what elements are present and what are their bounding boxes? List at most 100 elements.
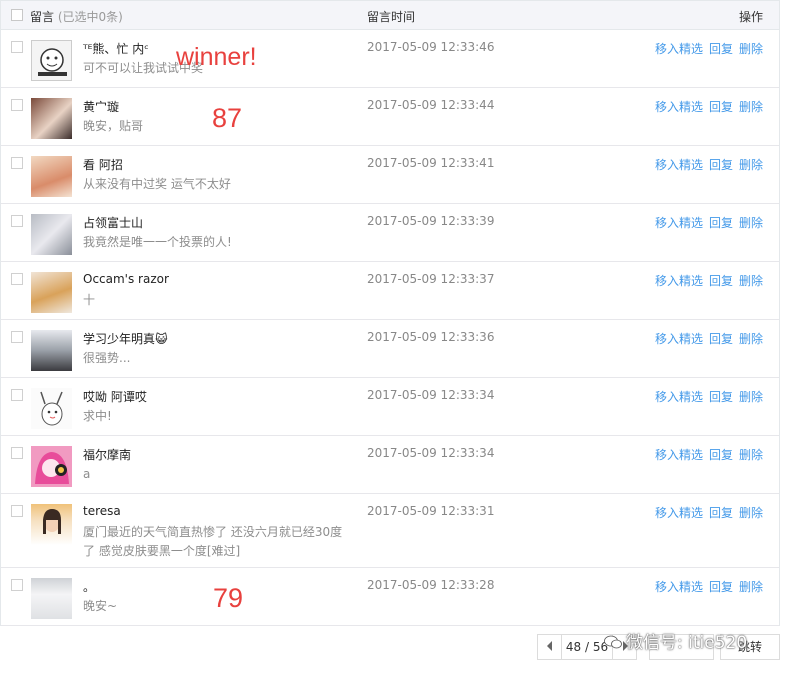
- select-all-checkbox[interactable]: [11, 9, 23, 21]
- comment-nickname: 看 阿招: [83, 158, 123, 172]
- comment-time: 2017-05-09 12:33:37: [367, 272, 495, 286]
- comment-row: 。 晚安~ 2017-05-09 12:33:28 移入精选 回复 删除: [1, 568, 779, 626]
- row-checkbox[interactable]: [11, 447, 23, 459]
- reply-button[interactable]: 回复: [709, 100, 733, 114]
- avatar: [31, 40, 72, 81]
- comment-nickname: 黄宀璇: [83, 100, 120, 114]
- delete-button[interactable]: 删除: [739, 580, 763, 594]
- row-checkbox[interactable]: [11, 389, 23, 401]
- delete-button[interactable]: 删除: [739, 216, 763, 230]
- reply-button[interactable]: 回复: [709, 390, 733, 404]
- header-ops-label: 操作: [739, 10, 764, 24]
- avatar: [31, 330, 72, 371]
- comment-row: Occam's razor 十 2017-05-09 12:33:37 移入精选…: [1, 262, 779, 320]
- comment-time: 2017-05-09 12:33:36: [367, 330, 495, 344]
- delete-button[interactable]: 删除: [739, 448, 763, 462]
- reply-button[interactable]: 回复: [709, 332, 733, 346]
- chevron-left-icon: [546, 641, 552, 651]
- row-checkbox[interactable]: [11, 331, 23, 343]
- delete-button[interactable]: 删除: [739, 100, 763, 114]
- comment-time: 2017-05-09 12:33:41: [367, 156, 495, 170]
- avatar: [31, 446, 72, 487]
- header-comment-text: 留言: [30, 10, 55, 24]
- row-actions: 移入精选 回复 删除: [649, 214, 763, 231]
- feature-button[interactable]: 移入精选: [655, 332, 703, 346]
- comment-row: teresa 厦门最近的天气简直热惨了 还没六月就已经30度了 感觉皮肤要黑一个…: [1, 494, 779, 568]
- row-actions: 移入精选 回复 删除: [649, 446, 763, 463]
- reply-button[interactable]: 回复: [709, 216, 733, 230]
- row-actions: 移入精选 回复 删除: [649, 40, 763, 57]
- feature-button[interactable]: 移入精选: [655, 216, 703, 230]
- row-actions: 移入精选 回复 删除: [649, 330, 763, 347]
- delete-button[interactable]: 删除: [739, 158, 763, 172]
- row-checkbox[interactable]: [11, 579, 23, 591]
- row-checkbox[interactable]: [11, 157, 23, 169]
- comment-nickname: Occam's razor: [83, 272, 169, 286]
- comment-message: 厦门最近的天气简直热惨了 还没六月就已经30度了 感觉皮肤要黑一个度[难过]: [83, 525, 343, 558]
- score-annotation-79: 79: [213, 583, 244, 613]
- row-checkbox[interactable]: [11, 273, 23, 285]
- feature-button[interactable]: 移入精选: [655, 448, 703, 462]
- row-checkbox[interactable]: [11, 41, 23, 53]
- avatar: [31, 98, 72, 139]
- feature-button[interactable]: 移入精选: [655, 100, 703, 114]
- comment-nickname: 学习少年明真😺: [83, 332, 168, 346]
- reply-button[interactable]: 回复: [709, 580, 733, 594]
- delete-button[interactable]: 删除: [739, 42, 763, 56]
- reply-button[interactable]: 回复: [709, 506, 733, 520]
- header-comment-label: 留言 (已选中0条): [30, 8, 123, 25]
- comment-time: 2017-05-09 12:33:46: [367, 40, 495, 54]
- comment-nickname: ᵀᴱ熊、忙 内ᶜ: [83, 42, 149, 56]
- comment-row: 哎呦 阿谭哎 求中! 2017-05-09 12:33:34 移入精选 回复 删除: [1, 378, 779, 436]
- comment-time: 2017-05-09 12:33:28: [367, 578, 495, 592]
- reply-button[interactable]: 回复: [709, 274, 733, 288]
- feature-button[interactable]: 移入精选: [655, 42, 703, 56]
- winner-annotation: winner!: [176, 43, 257, 71]
- row-actions: 移入精选 回复 删除: [649, 272, 763, 289]
- delete-button[interactable]: 删除: [739, 332, 763, 346]
- comment-row: 黄宀璇 晚安，贴哥 2017-05-09 12:33:44 移入精选 回复 删除: [1, 88, 779, 146]
- feature-button[interactable]: 移入精选: [655, 274, 703, 288]
- comment-row: 看 阿招 从来没有中过奖 运气不太好 2017-05-09 12:33:41 移…: [1, 146, 779, 204]
- comment-message: 从来没有中过奖 运气不太好: [83, 177, 231, 191]
- wechat-icon: [604, 635, 622, 649]
- comment-time: 2017-05-09 12:33:34: [367, 446, 495, 460]
- comment-time: 2017-05-09 12:33:31: [367, 504, 495, 518]
- comment-nickname: 福尔摩南: [83, 448, 132, 462]
- row-checkbox[interactable]: [11, 505, 23, 517]
- feature-button[interactable]: 移入精选: [655, 390, 703, 404]
- row-checkbox[interactable]: [11, 99, 23, 111]
- feature-button[interactable]: 移入精选: [655, 158, 703, 172]
- row-actions: 移入精选 回复 删除: [649, 504, 763, 521]
- comment-row: 福尔摩南 a 2017-05-09 12:33:34 移入精选 回复 删除: [1, 436, 779, 494]
- delete-button[interactable]: 删除: [739, 274, 763, 288]
- row-checkbox[interactable]: [11, 215, 23, 227]
- delete-button[interactable]: 删除: [739, 506, 763, 520]
- header-time-label: 留言时间: [367, 10, 416, 24]
- row-actions: 移入精选 回复 删除: [649, 578, 763, 595]
- avatar: [31, 578, 72, 619]
- comment-message: a: [83, 467, 91, 481]
- avatar: [31, 214, 72, 255]
- avatar: [31, 504, 72, 545]
- watermark: 微信号: itie520: [604, 628, 747, 653]
- comment-time: 2017-05-09 12:33:44: [367, 98, 495, 112]
- feature-button[interactable]: 移入精选: [655, 580, 703, 594]
- comment-message: 求中!: [83, 409, 112, 423]
- comment-row: ᵀᴱ熊、忙 内ᶜ 可不可以让我试试中奖 2017-05-09 12:33:46 …: [1, 30, 779, 88]
- feature-button[interactable]: 移入精选: [655, 506, 703, 520]
- comment-nickname: teresa: [83, 504, 121, 518]
- comment-nickname: 占领富士山: [83, 216, 144, 230]
- prev-page-button[interactable]: [537, 634, 562, 660]
- avatar: [31, 156, 72, 197]
- reply-button[interactable]: 回复: [709, 158, 733, 172]
- avatar: [31, 272, 72, 313]
- reply-button[interactable]: 回复: [709, 42, 733, 56]
- score-annotation-87: 87: [212, 103, 243, 133]
- comment-time: 2017-05-09 12:33:39: [367, 214, 495, 228]
- comment-nickname: 哎呦 阿谭哎: [83, 390, 147, 404]
- comment-nickname: 。: [83, 580, 96, 594]
- reply-button[interactable]: 回复: [709, 448, 733, 462]
- comment-message: 很强势...: [83, 351, 131, 365]
- delete-button[interactable]: 删除: [739, 390, 763, 404]
